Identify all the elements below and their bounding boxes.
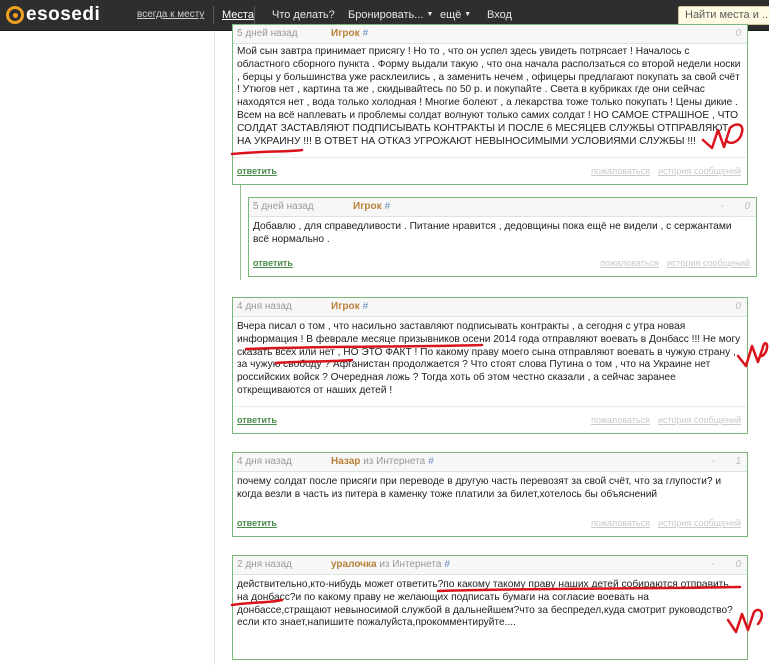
comment: 4 дня назад Игрок # 0 Вчера писал о том ,…: [232, 297, 748, 434]
permalink-hash[interactable]: #: [363, 28, 369, 39]
comment-reply: 5 дней назад Игрок # - 0 Добавлю , для сп…: [248, 197, 757, 277]
nav-item-more[interactable]: ещё ▼: [440, 9, 471, 21]
comment-text: Мой сын завтра принимает присягу ! Но то…: [237, 46, 741, 147]
site-slogan[interactable]: всегда к месту: [137, 9, 204, 20]
author-name: Игрок: [331, 301, 360, 312]
comment-author[interactable]: Игрок #: [331, 28, 368, 39]
history-link[interactable]: история сообщений: [658, 166, 741, 176]
nav-item-booking-label: Бронировать...: [348, 9, 424, 21]
complain-link[interactable]: пожаловаться: [591, 518, 650, 528]
logo-icon: [6, 6, 24, 24]
comment-header: 2 дня назад уралочка из Интернета # - 0: [233, 556, 747, 575]
complain-link[interactable]: пожаловаться: [591, 415, 650, 425]
nav-item-more-label: ещё: [440, 9, 462, 21]
logo-text: esosedi: [26, 4, 101, 25]
comment-actions: пожаловаться история сообщений: [583, 166, 741, 176]
comment-header: 5 дней назад Игрок # 0: [233, 25, 747, 44]
comment-text: Вчера писал о том , что насильно заставл…: [237, 321, 741, 396]
nav-divider: [254, 6, 255, 24]
comment-actions: пожаловаться история сообщений: [583, 415, 741, 425]
content-divider: [214, 31, 215, 665]
comment-author[interactable]: Назар из Интернета #: [331, 456, 434, 467]
comment-actions: пожаловаться история сообщений: [583, 518, 741, 528]
comment-header: 4 дня назад Игрок # 0: [233, 298, 747, 317]
history-link[interactable]: история сообщений: [658, 415, 741, 425]
author-name: Назар: [331, 456, 361, 467]
comment-actions: пожаловаться история сообщений: [592, 258, 750, 268]
reply-link[interactable]: ответить: [237, 415, 277, 425]
comment-score: 0: [744, 201, 750, 212]
complain-link[interactable]: пожаловаться: [591, 166, 650, 176]
vote-minus[interactable]: -: [721, 201, 724, 212]
vote-minus[interactable]: -: [712, 456, 715, 467]
comment-date: 5 дней назад: [253, 201, 314, 212]
caret-down-icon: ▼: [426, 11, 434, 18]
comment-text: Добавлю , для справедливости . Питание н…: [253, 221, 732, 245]
caret-down-icon: ▼: [464, 11, 472, 18]
comment-divider: [233, 157, 747, 158]
author-name: Игрок: [331, 28, 360, 39]
reply-link[interactable]: ответить: [237, 518, 277, 528]
permalink-hash[interactable]: #: [385, 201, 391, 212]
nav-item-login[interactable]: Вход: [487, 9, 512, 21]
permalink-hash[interactable]: #: [444, 559, 450, 570]
comment-score: 0: [735, 28, 741, 39]
comment: 4 дня назад Назар из Интернета # - 1 поче…: [232, 452, 748, 537]
comment: 2 дня назад уралочка из Интернета # - 0 д…: [232, 555, 748, 660]
comment: 5 дней назад Игрок # 0 Мой сын завтра при…: [232, 24, 748, 185]
comment-text: действительно,кто-нибудь может ответить?…: [237, 579, 733, 629]
complain-link[interactable]: пожаловаться: [600, 258, 659, 268]
author-name: уралочка: [331, 559, 377, 570]
permalink-hash[interactable]: #: [428, 456, 434, 467]
history-link[interactable]: история сообщений: [658, 518, 741, 528]
nav-item-places[interactable]: Места: [222, 9, 254, 21]
author-origin: из Интернета: [363, 456, 426, 467]
comment-score: 1: [735, 456, 741, 467]
comment-score: 0: [735, 301, 741, 312]
comment-author[interactable]: Игрок #: [331, 301, 368, 312]
permalink-hash[interactable]: #: [363, 301, 369, 312]
comment-header: 4 дня назад Назар из Интернета # - 1: [233, 453, 747, 472]
comment-author[interactable]: уралочка из Интернета #: [331, 559, 450, 570]
comment-header: 5 дней назад Игрок # - 0: [249, 198, 756, 217]
comment-date: 5 дней назад: [237, 28, 298, 39]
nav-divider: [213, 6, 214, 24]
comment-author[interactable]: Игрок #: [353, 201, 390, 212]
comment-divider: [233, 406, 747, 407]
comment-text: почему солдат после присяги при переводе…: [237, 476, 722, 500]
author-origin: из Интернета: [379, 559, 442, 570]
thread-connector: [240, 185, 241, 280]
author-name: Игрок: [353, 201, 382, 212]
reply-link[interactable]: ответить: [237, 166, 277, 176]
vote-minus[interactable]: -: [712, 559, 715, 570]
comment-date: 4 дня назад: [237, 301, 292, 312]
nav-item-booking[interactable]: Бронировать... ▼: [348, 9, 433, 21]
reply-link[interactable]: ответить: [253, 258, 293, 268]
comment-score: 0: [735, 559, 741, 570]
search-input[interactable]: Найти места и ...: [678, 6, 769, 25]
site-logo[interactable]: esosedi: [6, 3, 100, 27]
comment-date: 2 дня назад: [237, 559, 292, 570]
comment-date: 4 дня назад: [237, 456, 292, 467]
nav-item-what-to-do[interactable]: Что делать?: [272, 9, 335, 21]
history-link[interactable]: история сообщений: [667, 258, 750, 268]
